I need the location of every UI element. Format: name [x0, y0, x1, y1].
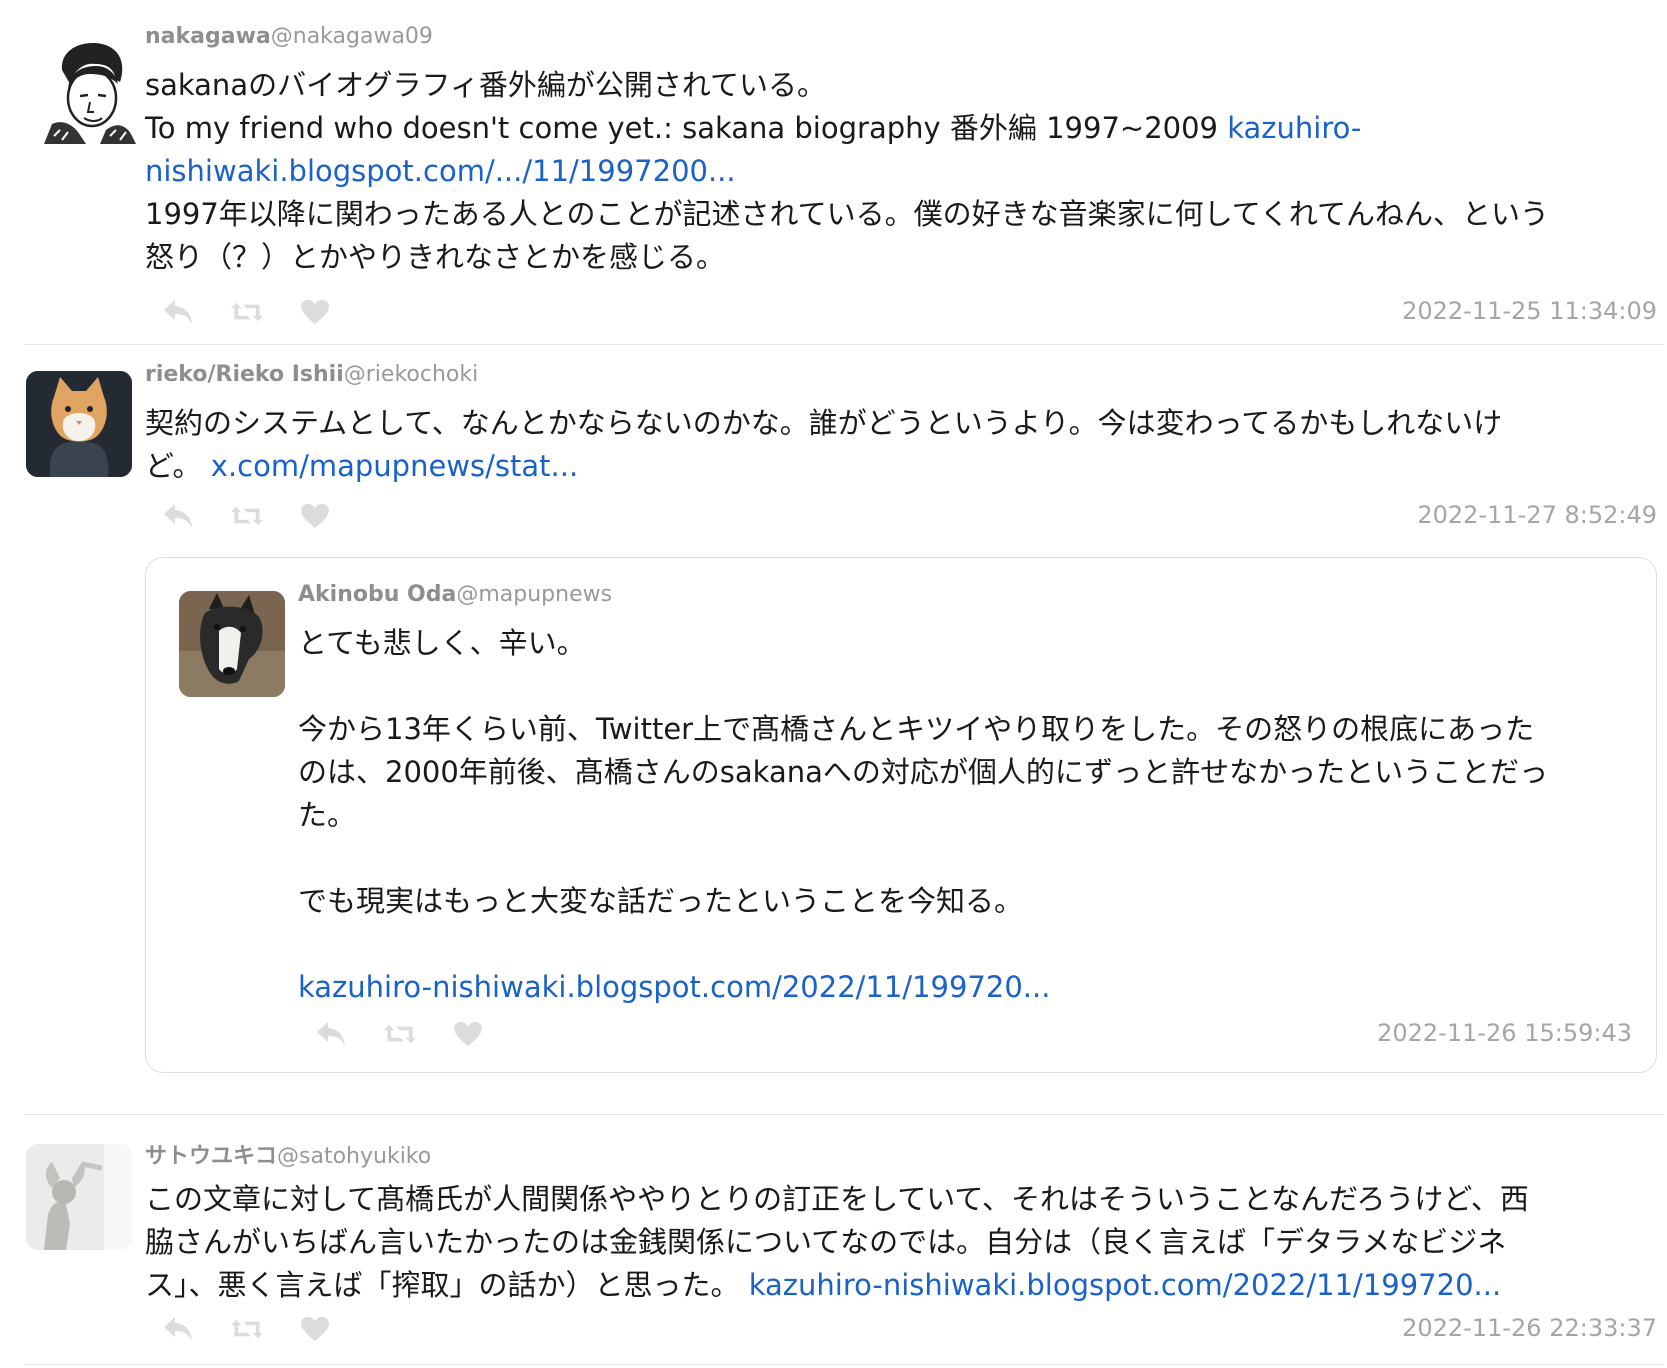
tweet-meta: nakagawa@nakagawa09: [145, 24, 433, 49]
text-line: この文章に対して髙橋氏が人間関係ややりとりの訂正をしていて、それはそういうことな…: [145, 1182, 1529, 1216]
retweet-icon[interactable]: [229, 1313, 265, 1345]
user-handle[interactable]: @satohyukiko: [277, 1144, 431, 1169]
avatar[interactable]: [179, 591, 285, 697]
text-line: 契約のシステムとして、なんとかならないのかな。誰がどうというより。今は変わってる…: [145, 406, 1503, 440]
user-name[interactable]: サトウユキコ: [145, 1144, 277, 1169]
text-line: 怒り（？）とかやりきれなさとかを感じる。: [145, 240, 726, 274]
heart-icon[interactable]: [297, 500, 333, 532]
cat-mask-avatar-icon: [26, 371, 132, 477]
reply-icon[interactable]: [160, 296, 196, 328]
tweet-actions: [160, 500, 360, 532]
separator: [24, 1364, 1664, 1365]
tweet-text: 契約のシステムとして、なんとかならないのかな。誰がどうというより。今は変わってる…: [145, 402, 1655, 488]
avatar[interactable]: [40, 40, 136, 144]
tweet-actions: [160, 296, 360, 328]
dog-avatar-icon: [179, 591, 285, 697]
timestamp[interactable]: 2022-11-26 15:59:43: [1377, 1019, 1632, 1047]
reply-icon[interactable]: [160, 500, 196, 532]
user-handle[interactable]: @riekochoki: [344, 362, 478, 387]
blog-link[interactable]: kazuhiro-nishiwaki.blogspot.com/2022/11/…: [298, 970, 1050, 1004]
heart-icon[interactable]: [297, 296, 333, 328]
tweet: nakagawa@nakagawa09 sakanaのバイオグラフィ番外編が公開…: [0, 0, 1667, 345]
avatar[interactable]: [26, 371, 132, 477]
text-line: sakanaのバイオグラフィ番外編が公開されている。: [145, 68, 827, 102]
tweet-meta: サトウユキコ@satohyukiko: [145, 1138, 431, 1170]
timestamp[interactable]: 2022-11-27 8:52:49: [1417, 501, 1657, 529]
avatar-illustration-icon: [44, 43, 136, 144]
text-line: ス」、悪く言えば「搾取」の話か）と思った。 kazuhiro-nishiwaki…: [145, 1268, 1502, 1302]
user-name[interactable]: rieko/Rieko Ishii: [145, 362, 344, 387]
tweet-meta: rieko/Rieko Ishii@riekochoki: [145, 362, 478, 387]
text-line: 脇さんがいちばん言いたかったのは金銭関係についてなのでは。自分は（良く言えば「デ…: [145, 1225, 1507, 1259]
text-line: nishiwaki.blogspot.com/.../11/1997200...: [145, 150, 1655, 193]
user-handle[interactable]: @nakagawa09: [271, 24, 433, 49]
text-line: ど。 x.com/mapupnews/stat...: [145, 449, 579, 483]
tweet-actions: [313, 1018, 513, 1050]
text-line: kazuhiro-nishiwaki.blogspot.com/2022/11/…: [298, 966, 1643, 1009]
tweet-text: sakanaのバイオグラフィ番外編が公開されている。 To my friend …: [145, 64, 1655, 279]
user-name[interactable]: Akinobu Oda: [298, 582, 456, 607]
retweet-icon[interactable]: [229, 296, 265, 328]
quoted-tweet-card[interactable]: Akinobu Oda@mapupnews とても悲しく、辛い。 今から13年く…: [145, 557, 1657, 1073]
blog-link-continuation[interactable]: nishiwaki.blogspot.com/.../11/1997200...: [145, 154, 736, 188]
text-line: のは、2000年前後、髙橋さんのsakanaへの対応が個人的にずっと許せなかった…: [298, 755, 1549, 789]
shadow-avatar-icon: [26, 1144, 132, 1250]
blog-link[interactable]: kazuhiro-: [1227, 111, 1361, 145]
text-line: た。: [298, 798, 357, 832]
timestamp[interactable]: 2022-11-25 11:34:09: [1402, 297, 1657, 325]
text-line: 今から13年くらい前、Twitter上で髙橋さんとキツイやり取りをした。その怒り…: [298, 712, 1535, 746]
retweet-icon[interactable]: [229, 500, 265, 532]
text-line: To my friend who doesn't come yet.: saka…: [145, 111, 1362, 145]
blog-link[interactable]: kazuhiro-nishiwaki.blogspot.com/2022/11/…: [749, 1268, 1501, 1302]
heart-icon[interactable]: [450, 1018, 486, 1050]
quoted-tweet-link[interactable]: x.com/mapupnews/stat...: [211, 449, 578, 483]
timestamp[interactable]: 2022-11-26 22:33:37: [1402, 1314, 1657, 1342]
user-handle[interactable]: @mapupnews: [456, 582, 612, 607]
tweet-text: この文章に対して髙橋氏が人間関係ややりとりの訂正をしていて、それはそういうことな…: [145, 1178, 1660, 1307]
tweet: サトウユキコ@satohyukiko この文章に対して髙橋氏が人間関係ややりとり…: [0, 1114, 1667, 1368]
reply-icon[interactable]: [313, 1018, 349, 1050]
heart-icon[interactable]: [297, 1313, 333, 1345]
tweet-actions: [160, 1313, 360, 1345]
tweet-text: とても悲しく、辛い。 今から13年くらい前、Twitter上で髙橋さんとキツイや…: [298, 622, 1643, 1009]
text-line: でも現実はもっと大変な話だったということを今知る。: [298, 884, 1024, 918]
tweet-meta: Akinobu Oda@mapupnews: [298, 582, 612, 607]
text-line: 1997年以降に関わったある人とのことが記述されている。僕の好きな音楽家に何して…: [145, 197, 1550, 231]
retweet-icon[interactable]: [382, 1018, 418, 1050]
avatar[interactable]: [26, 1144, 132, 1250]
text-line: とても悲しく、辛い。: [298, 626, 586, 660]
reply-icon[interactable]: [160, 1313, 196, 1345]
user-name[interactable]: nakagawa: [145, 24, 271, 49]
